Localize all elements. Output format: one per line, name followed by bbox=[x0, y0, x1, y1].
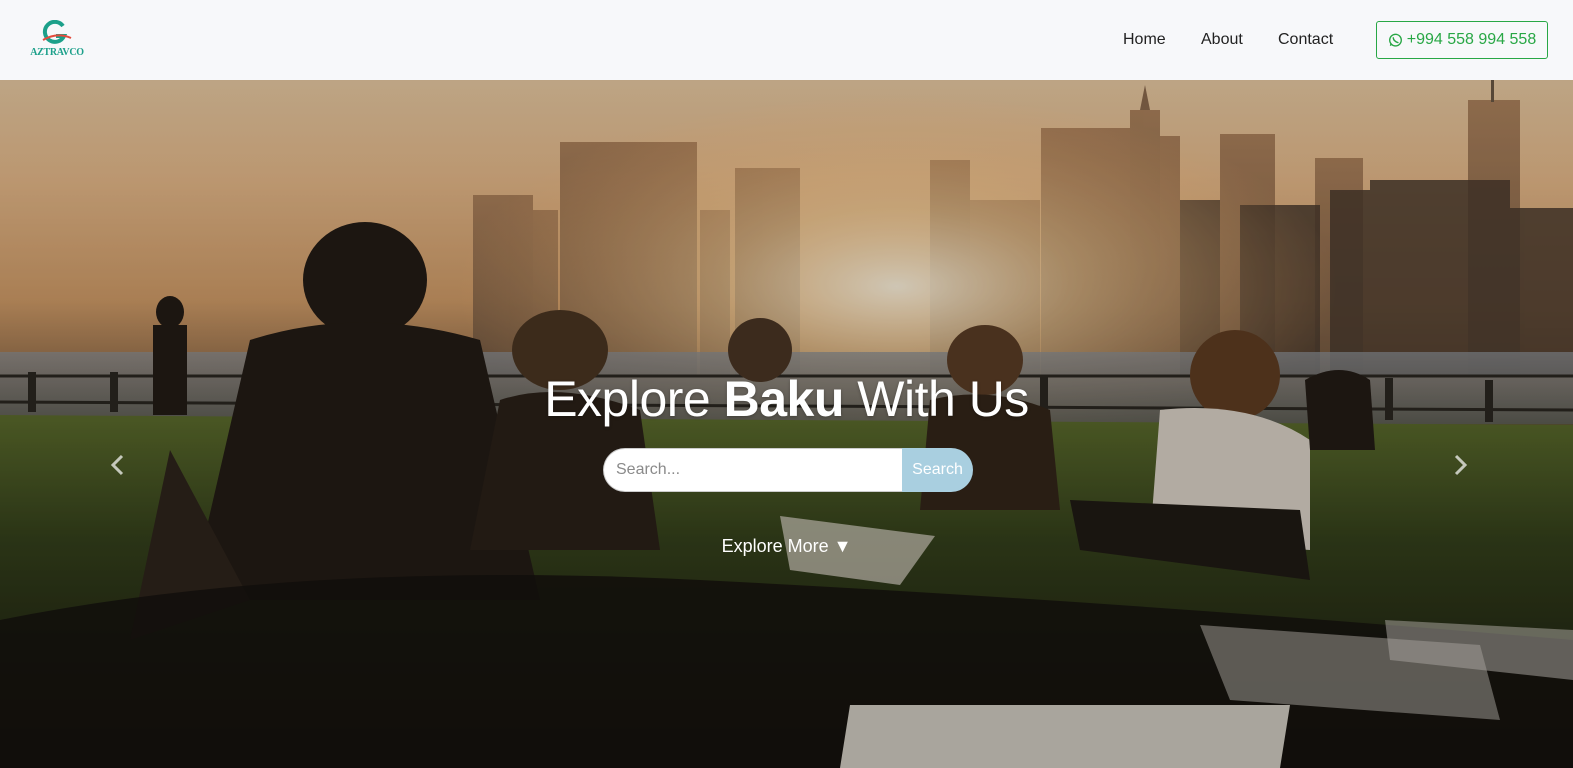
carousel-prev-button[interactable] bbox=[108, 453, 128, 477]
nav-about-link[interactable]: About bbox=[1201, 31, 1243, 49]
nav-contact-link[interactable]: Contact bbox=[1278, 31, 1333, 49]
logo-mark-icon bbox=[42, 20, 72, 44]
brand-logo[interactable]: AZTRAVCO bbox=[28, 20, 86, 62]
hero-title-end: With Us bbox=[857, 371, 1029, 427]
navbar: AZTRAVCO Home About Contact +994 558 994… bbox=[0, 0, 1573, 80]
hero-title-start: Explore bbox=[544, 371, 711, 427]
chevron-left-icon bbox=[110, 454, 124, 476]
search-input[interactable] bbox=[603, 448, 902, 492]
whatsapp-icon bbox=[1388, 33, 1402, 47]
nav-home-link[interactable]: Home bbox=[1123, 31, 1166, 49]
phone-number: +994 558 994 558 bbox=[1406, 31, 1537, 48]
logo-text: AZTRAVCO bbox=[30, 47, 84, 58]
hero-carousel: Explore Baku With Us Search Explore More… bbox=[0, 80, 1573, 768]
explore-more-link[interactable]: Explore More ▼ bbox=[0, 536, 1573, 557]
search-button[interactable]: Search bbox=[902, 448, 973, 492]
carousel-next-button[interactable] bbox=[1450, 453, 1470, 477]
hero-title: Explore Baku With Us bbox=[0, 370, 1573, 428]
search-form: Search bbox=[603, 448, 973, 492]
phone-button[interactable]: +994 558 994 558 bbox=[1376, 21, 1548, 59]
hero-title-bold: Baku bbox=[723, 371, 845, 427]
chevron-right-icon bbox=[1454, 454, 1468, 476]
